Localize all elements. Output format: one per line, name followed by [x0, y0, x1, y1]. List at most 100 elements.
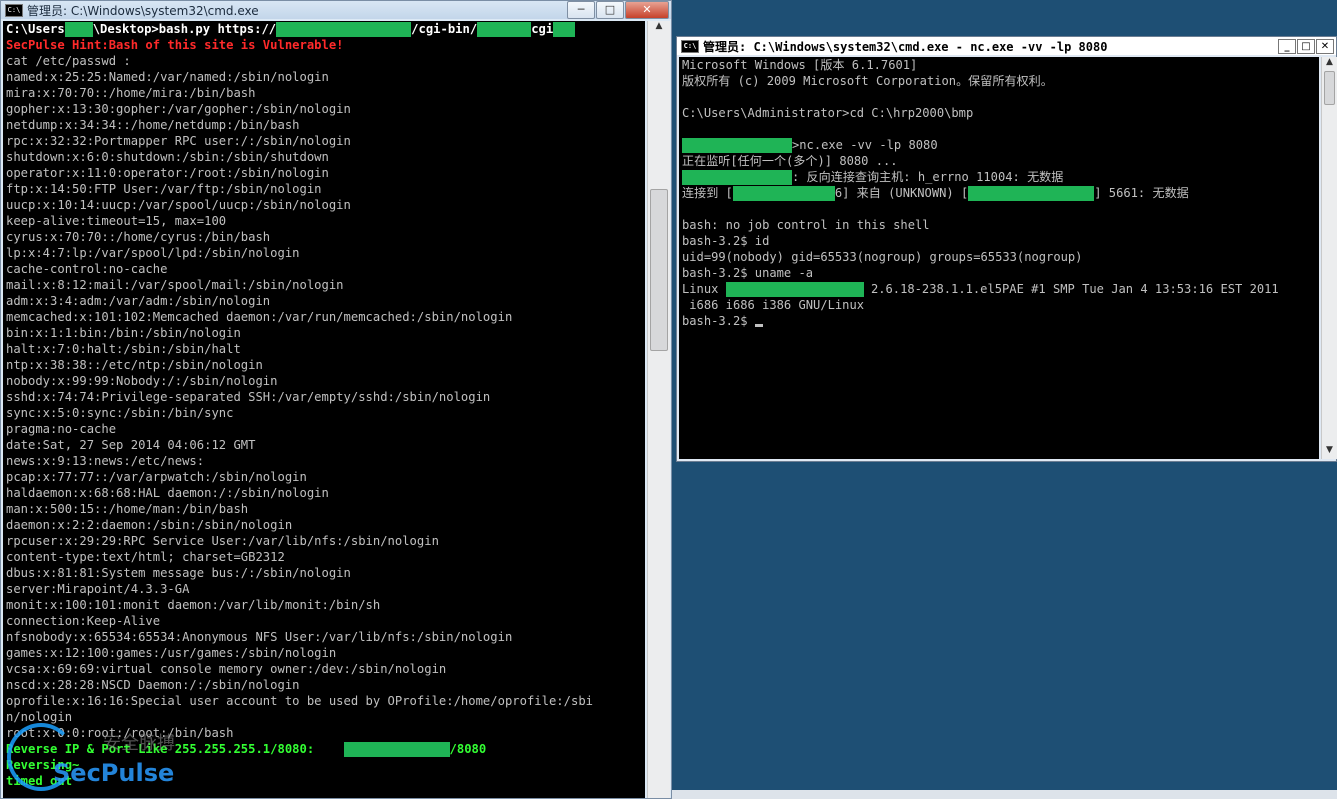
- console-text: connection:Keep-Alive: [6, 614, 161, 628]
- cmd-app-icon[interactable]: C:\: [5, 3, 23, 17]
- console-text: sshd:x:74:74:Privilege-separated SSH:/va…: [6, 390, 491, 404]
- console-text: 6] 来自 (UNKNOWN) [: [834, 186, 969, 200]
- console-line: SecPulse Hint:Bash of this site is Vulne…: [3, 37, 645, 53]
- console-text: news:x:9:13:news:/etc/news:: [6, 454, 205, 468]
- console-text: bash-3.2$: [682, 314, 755, 328]
- console-output[interactable]: C:\Users \Desktop>bash.py https:// /cgi-bi…: [3, 21, 645, 798]
- console-text: Microsoft Windows [版本 6.1.7601]: [682, 58, 918, 72]
- console-text: pcap:x:77:77::/var/arpwatch:/sbin/nologi…: [6, 470, 307, 484]
- console-text: ntp:x:38:38::/etc/ntp:/sbin/nologin: [6, 358, 263, 372]
- console-line: mira:x:70:70::/home/mira:/bin/bash: [3, 85, 645, 101]
- console-line: nfsnobody:x:65534:65534:Anonymous NFS Us…: [3, 629, 645, 645]
- cmd-app-icon[interactable]: C:\: [681, 39, 699, 53]
- console-line: named:x:25:25:Named:/var/named:/sbin/nol…: [3, 69, 645, 85]
- console-text: ftp:x:14:50:FTP User:/var/ftp:/sbin/nolo…: [6, 182, 322, 196]
- redaction-block: [553, 22, 576, 37]
- cmd-window-left[interactable]: C:\ 管理员: C:\Windows\system32\cmd.exe ─ □…: [0, 0, 672, 799]
- secpulse-watermark: 安全脉搏 SecPulse: [7, 719, 187, 799]
- vertical-scrollbar[interactable]: ▲: [647, 21, 670, 798]
- scroll-up-arrow-icon[interactable]: ▲: [1322, 57, 1337, 71]
- console-line: lp:x:4:7:lp:/var/spool/lpd:/sbin/nologin: [3, 245, 645, 261]
- console-text: 连接到 [: [682, 186, 733, 200]
- scroll-down-arrow-icon[interactable]: ▼: [1322, 445, 1337, 459]
- console-line: cat /etc/passwd :: [3, 53, 645, 69]
- console-line: adm:x:3:4:adm:/var/adm:/sbin/nologin: [3, 293, 645, 309]
- console-line: C:\Users\Administrator>cd C:\hrp2000\bmp: [679, 105, 1319, 121]
- minimize-button[interactable]: ─: [567, 1, 595, 19]
- console-text: adm:x:3:4:adm:/var/adm:/sbin/nologin: [6, 294, 271, 308]
- console-line: rpcuser:x:29:29:RPC Service User:/var/li…: [3, 533, 645, 549]
- console-line: bash-3.2$ id: [679, 233, 1319, 249]
- redaction-block: [343, 742, 450, 757]
- console-text: halt:x:7:0:halt:/sbin:/sbin/halt: [6, 342, 241, 356]
- console-line: gopher:x:13:30:gopher:/var/gopher:/sbin/…: [3, 101, 645, 117]
- scroll-thumb[interactable]: [650, 189, 668, 351]
- vertical-scrollbar[interactable]: ▲ ▼: [1321, 57, 1337, 459]
- console-line: cache-control:no-cache: [3, 261, 645, 277]
- console-output[interactable]: Microsoft Windows [版本 6.1.7601] 版权所有 (c) …: [679, 57, 1319, 459]
- console-line: Linux 2.6.18-238.1.1.el5PAE #1 SMP Tue J…: [679, 281, 1319, 297]
- console-text: pragma:no-cache: [6, 422, 117, 436]
- console-line: haldaemon:x:68:68:HAL daemon:/:/sbin/nol…: [3, 485, 645, 501]
- close-button[interactable]: ✕: [625, 1, 669, 19]
- console-text: keep-alive:timeout=15, max=100: [6, 214, 227, 228]
- console-line: keep-alive:timeout=15, max=100: [3, 213, 645, 229]
- redaction-block: [732, 186, 835, 201]
- console-line: bin:x:1:1:bin:/bin:/sbin/nologin: [3, 325, 645, 341]
- console-text: mail:x:8:12:mail:/var/spool/mail:/sbin/n…: [6, 278, 344, 292]
- console-text: 正在监听[任何一个(多个)] 8080 ...: [682, 154, 898, 168]
- window-title: 管理员: C:\Windows\system32\cmd.exe - nc.ex…: [703, 39, 1108, 54]
- console-text: /cgi-bin/: [411, 22, 478, 36]
- console-line: pragma:no-cache: [3, 421, 645, 437]
- console-line: man:x:500:15::/home/man:/bin/bash: [3, 501, 645, 517]
- cmd-window-right[interactable]: C:\ 管理员: C:\Windows\system32\cmd.exe - n…: [676, 36, 1337, 462]
- console-line: 正在监听[任何一个(多个)] 8080 ...: [679, 153, 1319, 169]
- watermark-brand-text: SecPulse: [53, 759, 175, 787]
- title-bar[interactable]: C:\ 管理员: C:\Windows\system32\cmd.exe - n…: [677, 37, 1336, 55]
- console-line: uucp:x:10:14:uucp:/var/spool/uucp:/sbin/…: [3, 197, 645, 213]
- console-text: 版权所有 (c) 2009 Microsoft Corporation。保留所有…: [682, 74, 1053, 88]
- console-text: nscd:x:28:28:NSCD Daemon:/:/sbin/nologin: [6, 678, 300, 692]
- console-line: C:\Users \Desktop>bash.py https:// /cgi-bi…: [3, 21, 645, 37]
- title-bar[interactable]: C:\ 管理员: C:\Windows\system32\cmd.exe ─ □…: [1, 1, 671, 19]
- maximize-button[interactable]: □: [1297, 39, 1315, 54]
- console-text: C:\Users: [6, 22, 65, 36]
- console-text: rpc:x:32:32:Portmapper RPC user:/:/sbin/…: [6, 134, 351, 148]
- console-line: sshd:x:74:74:Privilege-separated SSH:/va…: [3, 389, 645, 405]
- console-line: bash: no job control in this shell: [679, 217, 1319, 233]
- console-text: oprofile:x:16:16:Special user account to…: [6, 694, 593, 708]
- console-line: pcap:x:77:77::/var/arpwatch:/sbin/nologi…: [3, 469, 645, 485]
- console-text: cgi: [531, 22, 554, 36]
- console-text: lp:x:4:7:lp:/var/spool/lpd:/sbin/nologin: [6, 246, 300, 260]
- console-line: rpc:x:32:32:Portmapper RPC user:/:/sbin/…: [3, 133, 645, 149]
- console-line: news:x:9:13:news:/etc/news:: [3, 453, 645, 469]
- console-text: monit:x:100:101:monit daemon:/var/lib/mo…: [6, 598, 381, 612]
- console-text: netdump:x:34:34::/home/netdump:/bin/bash: [6, 118, 300, 132]
- console-text: cat /etc/passwd :: [6, 54, 131, 68]
- console-text: memcached:x:101:102:Memcached daemon:/va…: [6, 310, 513, 324]
- console-text: operator:x:11:0:operator:/root:/sbin/nol…: [6, 166, 329, 180]
- console-line: vcsa:x:69:69:virtual console memory owne…: [3, 661, 645, 677]
- console-text: /8080: [449, 742, 487, 756]
- redaction-block: [64, 22, 93, 37]
- console-line: 版权所有 (c) 2009 Microsoft Corporation。保留所有…: [679, 73, 1319, 89]
- scroll-thumb[interactable]: [1324, 71, 1335, 105]
- console-text: dbus:x:81:81:System message bus:/:/sbin/…: [6, 566, 351, 580]
- redaction-block: [725, 282, 864, 297]
- maximize-button[interactable]: □: [596, 1, 624, 19]
- console-line: : 反向连接查询主机: h_errno 11004: 无数据: [679, 169, 1319, 185]
- minimize-button[interactable]: _: [1278, 39, 1296, 54]
- console-text: sync:x:5:0:sync:/sbin:/bin/sync: [6, 406, 234, 420]
- console-text: C:\Users\Administrator>cd C:\hrp2000\bmp: [682, 106, 974, 120]
- console-text: server:Mirapoint/4.3.3-GA: [6, 582, 190, 596]
- redaction-block: [682, 170, 792, 185]
- console-text: Linux: [682, 282, 726, 296]
- console-text: content-type:text/html; charset=GB2312: [6, 550, 285, 564]
- console-line: date:Sat, 27 Sep 2014 04:06:12 GMT: [3, 437, 645, 453]
- console-line: Microsoft Windows [版本 6.1.7601]: [679, 57, 1319, 73]
- console-line: sync:x:5:0:sync:/sbin:/bin/sync: [3, 405, 645, 421]
- close-button[interactable]: ✕: [1316, 39, 1334, 54]
- background-strip: [672, 790, 1337, 799]
- scroll-up-arrow-icon[interactable]: ▲: [648, 21, 670, 35]
